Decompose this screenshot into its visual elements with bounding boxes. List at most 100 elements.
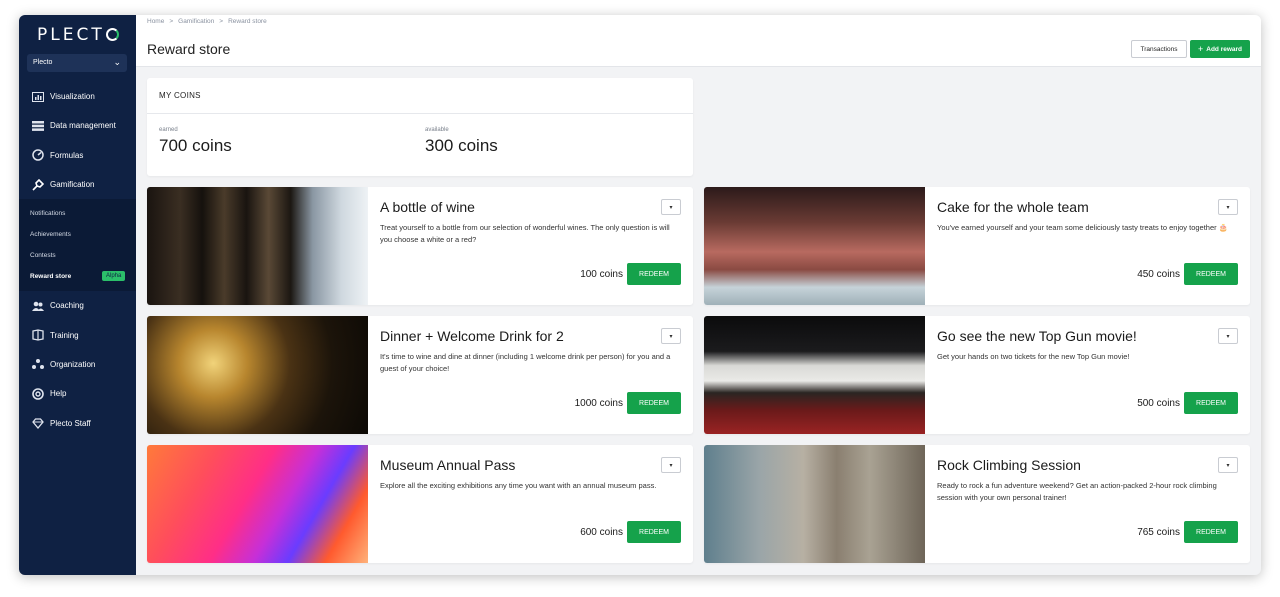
- redeem-button[interactable]: REDEEM: [627, 521, 681, 543]
- chart-icon: [31, 91, 44, 102]
- sidebar-item-training[interactable]: Training: [19, 320, 136, 349]
- reward-title: Dinner + Welcome Drink for 2: [380, 328, 564, 344]
- sidebar-item-gamification[interactable]: Gamification: [19, 170, 136, 199]
- my-coins-card: MY COINS earned 700 coins available 300 …: [147, 78, 693, 176]
- reward-description: You've earned yourself and your team som…: [937, 223, 1229, 232]
- sidebar-nav: Visualization Data management Formulas G…: [19, 82, 136, 438]
- reward-price: 450 coins: [1137, 269, 1180, 280]
- sidebar-item-label: Help: [50, 389, 67, 399]
- sidebar-item-label: Visualization: [50, 92, 95, 102]
- database-icon: [31, 120, 44, 131]
- my-coins-title: MY COINS: [147, 78, 693, 114]
- breadcrumb-gamification[interactable]: Gamification: [178, 18, 214, 25]
- sidebar-item-label: Plecto Staff: [50, 418, 91, 428]
- alpha-badge: Alpha: [102, 271, 126, 282]
- reward-menu-button[interactable]: ▾: [1218, 328, 1238, 344]
- diamond-icon: [31, 417, 44, 429]
- reward-card: Rock Climbing Session Ready to rock a fu…: [704, 445, 1250, 563]
- plus-icon: +: [1197, 44, 1204, 54]
- sidebar-item-label: Coaching: [50, 301, 84, 311]
- reward-menu-button[interactable]: ▾: [661, 328, 681, 344]
- reward-title: A bottle of wine: [380, 199, 475, 215]
- reward-menu-button[interactable]: ▾: [1218, 199, 1238, 215]
- sidebar-item-label: Training: [50, 330, 79, 340]
- gamification-subnav: Notifications Achievements Contests Rewa…: [19, 199, 136, 292]
- reward-price: 765 coins: [1137, 527, 1180, 538]
- transactions-button[interactable]: Transactions: [1131, 40, 1187, 58]
- available-coins: available 300 coins: [425, 127, 498, 156]
- page-title: Reward store: [147, 41, 231, 57]
- sidebar: PLECT Plecto ⌄ Visualization Data manage…: [19, 15, 136, 575]
- earned-label: earned: [159, 127, 178, 133]
- reward-title: Go see the new Top Gun movie!: [937, 328, 1137, 344]
- reward-description: Explore all the exciting exhibitions any…: [380, 481, 657, 490]
- climbing-image: [704, 445, 925, 563]
- reward-card: Cake for the whole team You've earned yo…: [704, 187, 1250, 305]
- earned-coins: earned 700 coins: [159, 127, 232, 156]
- subnav-item-achievements[interactable]: Achievements: [19, 224, 136, 245]
- reward-title: Rock Climbing Session: [937, 457, 1081, 473]
- reward-price: 500 coins: [1137, 398, 1180, 409]
- reward-description: Treat yourself to a bottle from our sele…: [380, 223, 670, 244]
- reward-menu-button[interactable]: ▾: [661, 199, 681, 215]
- gauge-icon: [31, 149, 44, 161]
- sidebar-item-label: Organization: [50, 359, 96, 369]
- help-icon: [31, 387, 44, 400]
- reward-description: It's time to wine and dine at dinner (in…: [380, 352, 671, 373]
- chevron-down-icon: ⌄: [113, 57, 121, 67]
- sidebar-item-label: Formulas: [50, 150, 84, 160]
- redeem-button[interactable]: REDEEM: [627, 392, 681, 414]
- caret-down-icon: ▾: [669, 333, 673, 340]
- breadcrumb-reward-store: Reward store: [228, 18, 267, 25]
- reward-menu-button[interactable]: ▾: [1218, 457, 1238, 473]
- sidebar-item-formulas[interactable]: Formulas: [19, 141, 136, 170]
- org-select-value: Plecto: [33, 59, 53, 66]
- sidebar-item-label: Data management: [50, 121, 116, 131]
- coaching-icon: [31, 300, 44, 311]
- sidebar-item-data-management[interactable]: Data management: [19, 111, 136, 140]
- plecto-logo[interactable]: PLECT: [37, 25, 119, 45]
- available-value: 300 coins: [425, 136, 498, 155]
- redeem-button[interactable]: REDEEM: [627, 263, 681, 285]
- sidebar-item-visualization[interactable]: Visualization: [19, 82, 136, 111]
- cakes-image: [704, 187, 925, 305]
- earned-value: 700 coins: [159, 136, 232, 155]
- cinema-image: [704, 316, 925, 434]
- top-bar: Home > Gamification > Reward store Reward st…: [136, 15, 1261, 67]
- dinner-image: [147, 316, 368, 434]
- reward-card: Museum Annual Pass Explore all the excit…: [147, 445, 693, 563]
- sidebar-item-plecto-staff[interactable]: Plecto Staff: [19, 408, 136, 437]
- caret-down-icon: ▾: [1226, 462, 1230, 469]
- sidebar-item-label: Gamification: [50, 180, 95, 190]
- subnav-item-contests[interactable]: Contests: [19, 245, 136, 266]
- available-label: available: [425, 127, 449, 133]
- redeem-button[interactable]: REDEEM: [1184, 392, 1238, 414]
- organization-icon: [31, 359, 44, 370]
- breadcrumb-home[interactable]: Home: [147, 18, 164, 25]
- caret-down-icon: ▾: [1226, 333, 1230, 340]
- training-icon: [31, 329, 44, 341]
- subnav-item-notifications[interactable]: Notifications: [19, 203, 136, 224]
- reward-title: Cake for the whole team: [937, 199, 1089, 215]
- sidebar-item-coaching[interactable]: Coaching: [19, 291, 136, 320]
- org-select[interactable]: Plecto ⌄: [27, 54, 127, 72]
- redeem-button[interactable]: REDEEM: [1184, 263, 1238, 285]
- reward-price: 600 coins: [580, 527, 623, 538]
- reward-price: 1000 coins: [574, 398, 623, 409]
- reward-description: Ready to rock a fun adventure weekend? G…: [937, 481, 1217, 502]
- reward-menu-button[interactable]: ▾: [661, 457, 681, 473]
- reward-card: Dinner + Welcome Drink for 2 It's time t…: [147, 316, 693, 434]
- sidebar-item-help[interactable]: Help: [19, 379, 136, 408]
- main-content: Home > Gamification > Reward store Reward st…: [136, 15, 1261, 575]
- add-reward-button[interactable]: + Add reward: [1190, 40, 1250, 58]
- sidebar-item-organization[interactable]: Organization: [19, 350, 136, 379]
- reward-price: 100 coins: [580, 269, 623, 280]
- subnav-item-reward-store[interactable]: Reward store Alpha: [19, 266, 136, 287]
- caret-down-icon: ▾: [1226, 204, 1230, 211]
- reward-card: Go see the new Top Gun movie! Get your h…: [704, 316, 1250, 434]
- redeem-button[interactable]: REDEEM: [1184, 521, 1238, 543]
- caret-down-icon: ▾: [669, 204, 673, 211]
- puzzle-icon: [31, 178, 44, 191]
- reward-description: Get your hands on two tickets for the ne…: [937, 352, 1130, 361]
- breadcrumb: Home > Gamification > Reward store: [147, 18, 267, 25]
